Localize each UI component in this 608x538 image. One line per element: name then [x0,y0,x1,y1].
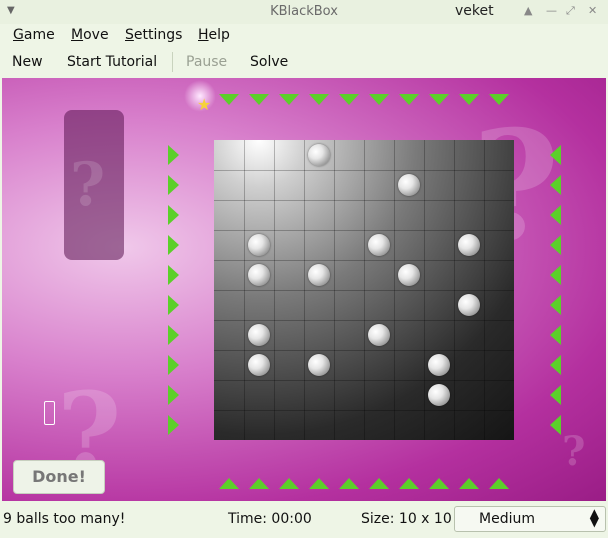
timer: Time: 00:00 [228,511,312,527]
maximize-icon[interactable]: ⤢ [566,4,575,18]
laser-arrow-top[interactable] [279,94,299,105]
window-title: KBlackBox [270,4,338,19]
laser-arrow-bottom[interactable] [249,478,269,489]
laser-arrow-left[interactable] [168,385,179,405]
grid-line [394,140,395,440]
solve-button[interactable]: Solve [250,54,288,70]
laser-arrow-right[interactable] [550,145,561,165]
laser-arrow-bottom[interactable] [369,478,389,489]
menu-settings[interactable]: Settings [125,27,182,43]
done-button[interactable]: Done! [13,460,105,494]
question-mark-icon: ? [70,150,106,220]
ball[interactable] [428,384,450,406]
laser-arrow-bottom[interactable] [429,478,449,489]
grid-line [484,140,485,440]
laser-arrow-left[interactable] [168,295,179,315]
laser-arrow-top[interactable] [459,94,479,105]
ball[interactable] [248,234,270,256]
laser-icon [44,401,55,425]
grid-line [214,290,514,291]
start-tutorial-button[interactable]: Start Tutorial [67,54,157,70]
laser-arrow-bottom[interactable] [219,478,239,489]
laser-arrow-bottom[interactable] [309,478,329,489]
grid-line [454,140,455,440]
laser-arrow-left[interactable] [168,235,179,255]
ball[interactable] [368,324,390,346]
laser-arrow-left[interactable] [168,175,179,195]
close-icon[interactable]: ✕ [588,4,597,17]
ball[interactable] [458,294,480,316]
laser-arrow-top[interactable] [399,94,419,105]
menu-bar: Game Move Settings Help [0,24,608,46]
balls-panel: ? [64,110,124,260]
laser-arrow-left[interactable] [168,145,179,165]
laser-arrow-right[interactable] [550,295,561,315]
laser-arrow-right[interactable] [550,235,561,255]
laser-arrow-bottom[interactable] [399,478,419,489]
ball[interactable] [398,174,420,196]
board-size: Size: 10 x 10 [361,511,452,527]
menu-move[interactable]: Move [71,27,109,43]
new-button[interactable]: New [12,54,43,70]
ball[interactable] [368,234,390,256]
difficulty-value: Medium [479,511,535,527]
question-mark-decoration: ? [562,428,586,475]
menu-game[interactable]: Game [13,27,55,43]
ball[interactable] [308,264,330,286]
laser-arrow-bottom[interactable] [459,478,479,489]
laser-arrow-top[interactable] [309,94,329,105]
grid-line [214,380,514,381]
toolbar: New Start Tutorial Pause Solve [0,46,608,78]
status-message: 9 balls too many! [3,511,126,527]
laser-arrow-left[interactable] [168,415,179,435]
game-board: ? ? ? ? Done! [2,78,606,501]
ball[interactable] [458,234,480,256]
ball[interactable] [428,354,450,376]
ball[interactable] [308,144,330,166]
laser-arrow-left[interactable] [168,325,179,345]
laser-arrow-right[interactable] [550,265,561,285]
laser-arrow-right[interactable] [550,205,561,225]
laser-arrow-bottom[interactable] [339,478,359,489]
laser-arrow-top[interactable] [369,94,389,105]
grid-line [424,140,425,440]
ball[interactable] [248,354,270,376]
star-icon: ★ [197,95,212,114]
laser-arrow-left[interactable] [168,205,179,225]
spin-arrows-icon: ▲ ▼ [589,506,599,529]
window-titlebar: ▼ KBlackBox veket ▲ — ⤢ ✕ [0,0,608,24]
menu-help[interactable]: Help [198,27,230,43]
laser-arrow-right[interactable] [550,415,561,435]
ball[interactable] [248,264,270,286]
laser-arrow-bottom[interactable] [489,478,509,489]
minimize-icon[interactable]: — [546,4,557,17]
laser-arrow-left[interactable] [168,265,179,285]
difficulty-select[interactable]: Medium ▲ ▼ [454,506,606,532]
grid-line [214,320,514,321]
laser-arrow-bottom[interactable] [279,478,299,489]
ball[interactable] [248,324,270,346]
grid-line [214,410,514,411]
laser-arrow-left[interactable] [168,355,179,375]
laser-arrow-right[interactable] [550,325,561,345]
shade-icon[interactable]: ▲ [524,4,532,17]
laser-arrow-right[interactable] [550,385,561,405]
pause-button: Pause [186,54,228,70]
user-name: veket [455,3,494,19]
laser-arrow-right[interactable] [550,355,561,375]
laser-arrow-right[interactable] [550,175,561,195]
laser-arrow-top[interactable] [249,94,269,105]
ball[interactable] [308,354,330,376]
laser-arrow-top[interactable] [219,94,239,105]
black-box-grid[interactable] [214,140,514,440]
grid-line [214,350,514,351]
laser-arrow-top[interactable] [339,94,359,105]
toolbar-separator [172,52,173,72]
laser-arrow-top[interactable] [429,94,449,105]
ball[interactable] [398,264,420,286]
laser-arrow-top[interactable] [489,94,509,105]
